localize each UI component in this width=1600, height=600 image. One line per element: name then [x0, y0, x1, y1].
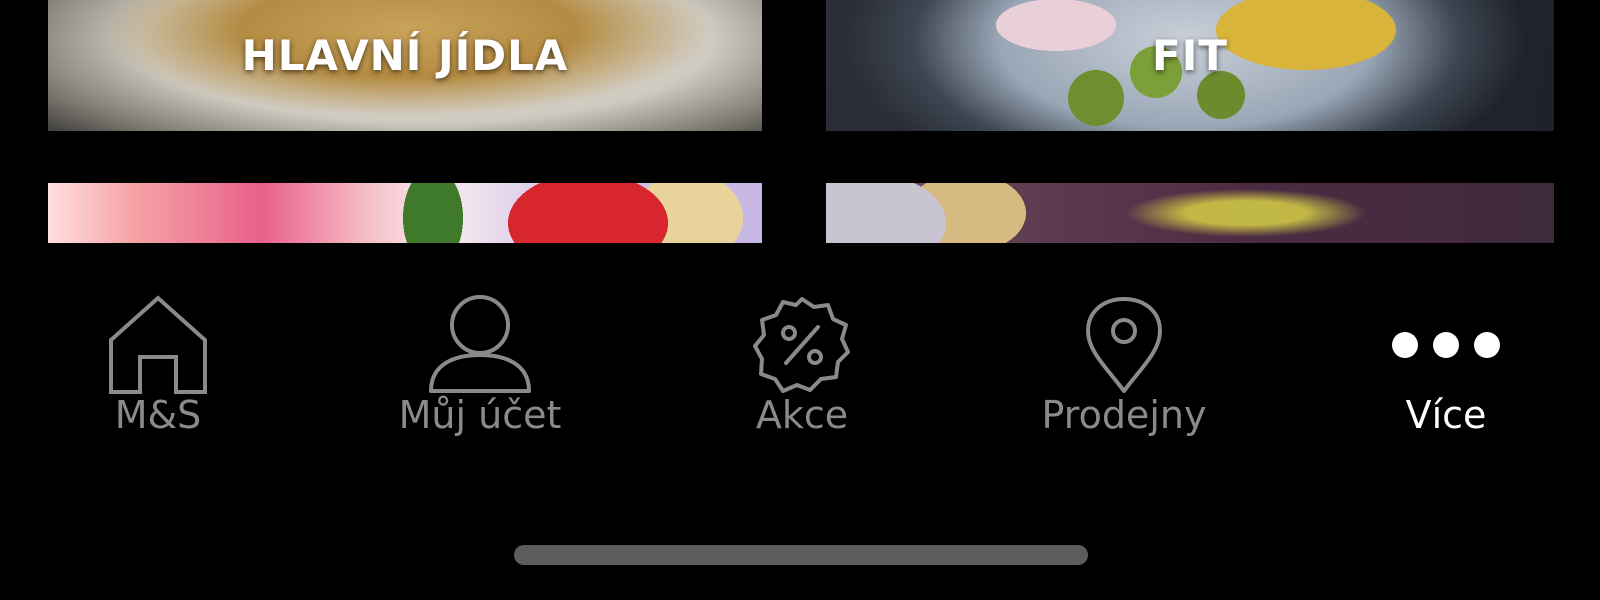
tab-label: M&S	[114, 393, 202, 437]
tab-akce[interactable]: Akce	[672, 263, 932, 473]
category-photo	[48, 183, 762, 243]
home-icon	[108, 295, 208, 399]
tab-label: Prodejny	[1041, 393, 1207, 437]
location-pin-icon	[1084, 295, 1164, 399]
person-icon	[428, 295, 532, 399]
category-title: HLAVNÍ JÍDLA	[241, 31, 569, 80]
tab-label: Akce	[755, 393, 849, 437]
home-indicator[interactable]	[514, 545, 1088, 565]
tab-label: Více	[1405, 393, 1487, 437]
category-card-snacky[interactable]	[826, 183, 1554, 243]
more-dots-icon	[1391, 295, 1501, 399]
tab-label: Můj účet	[398, 393, 562, 437]
discount-badge-icon	[752, 295, 852, 399]
category-card-fit[interactable]: FIT	[826, 0, 1554, 131]
category-title: FIT	[1152, 31, 1228, 80]
tab-vice[interactable]: Více	[1316, 263, 1576, 473]
category-photo	[826, 183, 1554, 243]
tab-prodejny[interactable]: Prodejny	[994, 263, 1254, 473]
tab-muj-ucet[interactable]: Můj účet	[350, 263, 610, 473]
tab-ms[interactable]: M&S	[28, 263, 288, 473]
category-card-dezerty[interactable]	[48, 183, 762, 243]
category-card-hlavni-jidla[interactable]: HLAVNÍ JÍDLA	[48, 0, 762, 131]
